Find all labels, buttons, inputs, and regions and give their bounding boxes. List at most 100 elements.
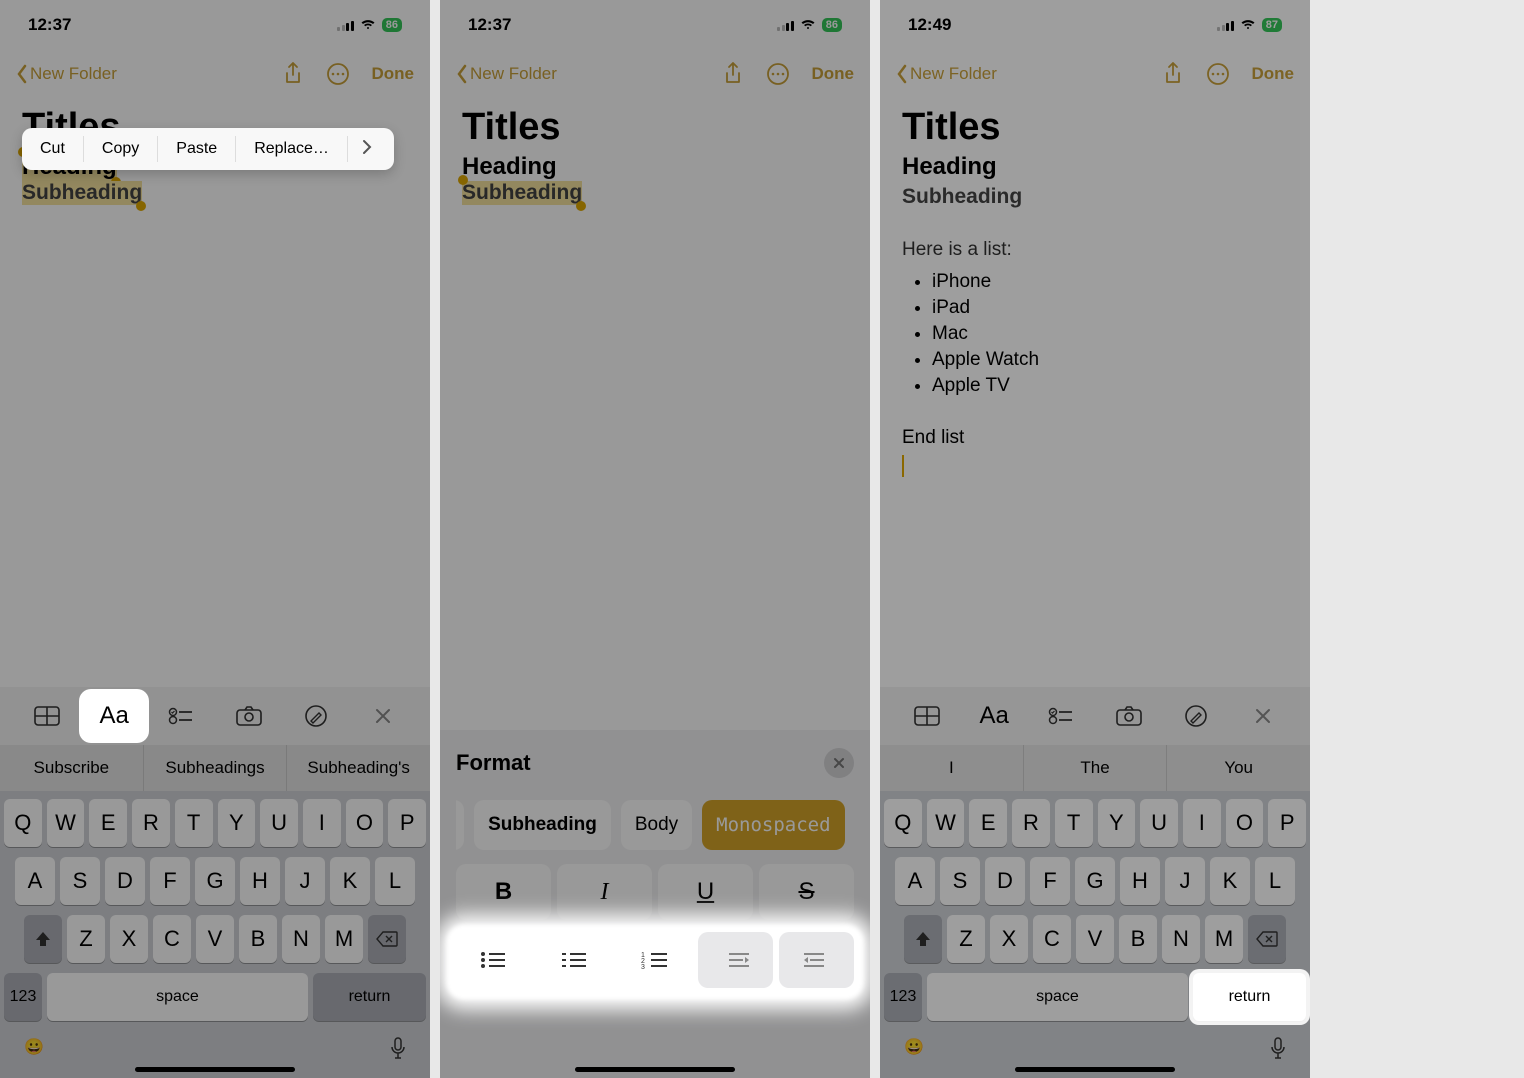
key-y[interactable]: Y — [218, 799, 256, 847]
underline-button[interactable]: U — [658, 864, 753, 920]
key-g[interactable]: G — [195, 857, 235, 905]
key-m[interactable]: M — [325, 915, 363, 963]
dictation-icon[interactable] — [1270, 1037, 1286, 1064]
key-i[interactable]: I — [1183, 799, 1221, 847]
key-y[interactable]: Y — [1098, 799, 1136, 847]
key-c[interactable]: C — [1033, 915, 1071, 963]
share-icon[interactable] — [1162, 61, 1184, 87]
suggestion-3[interactable]: You — [1167, 745, 1310, 791]
key-u[interactable]: U — [1140, 799, 1178, 847]
menu-paste[interactable]: Paste — [158, 128, 235, 170]
key-r[interactable]: R — [1012, 799, 1050, 847]
done-button[interactable]: Done — [372, 64, 415, 84]
key-b[interactable]: B — [239, 915, 277, 963]
share-icon[interactable] — [722, 61, 744, 87]
key-v[interactable]: V — [1076, 915, 1114, 963]
key-k[interactable]: K — [330, 857, 370, 905]
key-s[interactable]: S — [60, 857, 100, 905]
menu-cut[interactable]: Cut — [22, 128, 83, 170]
key-x[interactable]: X — [110, 915, 148, 963]
number-key[interactable]: 123 — [4, 973, 42, 1021]
key-o[interactable]: O — [1226, 799, 1264, 847]
style-body[interactable]: Body — [621, 800, 692, 850]
key-e[interactable]: E — [969, 799, 1007, 847]
close-icon[interactable] — [1234, 695, 1292, 737]
key-e[interactable]: E — [89, 799, 127, 847]
home-indicator[interactable] — [575, 1067, 735, 1072]
home-indicator[interactable] — [1015, 1067, 1175, 1072]
outdent-icon[interactable] — [698, 932, 773, 988]
return-key[interactable]: return — [1193, 973, 1306, 1021]
close-icon[interactable] — [354, 695, 412, 737]
checklist-icon[interactable] — [152, 695, 210, 737]
note-content[interactable]: Titles Heading Subheading Here is a list… — [880, 98, 1310, 485]
style-subheading[interactable]: Subheading — [474, 800, 611, 850]
key-n[interactable]: N — [1162, 915, 1200, 963]
shift-key[interactable] — [24, 915, 62, 963]
key-n[interactable]: N — [282, 915, 320, 963]
menu-more[interactable] — [348, 139, 386, 160]
key-s[interactable]: S — [940, 857, 980, 905]
key-t[interactable]: T — [1055, 799, 1093, 847]
markup-icon[interactable] — [287, 695, 345, 737]
key-j[interactable]: J — [285, 857, 325, 905]
delete-key[interactable] — [1248, 915, 1286, 963]
numbered-list-icon[interactable]: 123 — [618, 932, 693, 988]
back-button[interactable]: New Folder — [456, 64, 557, 84]
suggestion-2[interactable]: Subheadings — [144, 745, 288, 791]
space-key[interactable]: space — [927, 973, 1188, 1021]
checklist-icon[interactable] — [1032, 695, 1090, 737]
key-d[interactable]: D — [985, 857, 1025, 905]
key-r[interactable]: R — [132, 799, 170, 847]
back-button[interactable]: New Folder — [16, 64, 117, 84]
emoji-icon[interactable]: 😀 — [904, 1037, 924, 1064]
camera-icon[interactable] — [1100, 695, 1158, 737]
key-f[interactable]: F — [1030, 857, 1070, 905]
indent-icon[interactable] — [779, 932, 854, 988]
key-t[interactable]: T — [175, 799, 213, 847]
menu-copy[interactable]: Copy — [84, 128, 157, 170]
key-g[interactable]: G — [1075, 857, 1115, 905]
note-content[interactable]: Titles Heading Subheading — [440, 98, 870, 213]
share-icon[interactable] — [282, 61, 304, 87]
delete-key[interactable] — [368, 915, 406, 963]
key-w[interactable]: W — [47, 799, 85, 847]
key-j[interactable]: J — [1165, 857, 1205, 905]
bold-button[interactable]: B — [456, 864, 551, 920]
key-p[interactable]: P — [388, 799, 426, 847]
number-key[interactable]: 123 — [884, 973, 922, 1021]
key-f[interactable]: F — [150, 857, 190, 905]
key-z[interactable]: Z — [947, 915, 985, 963]
key-p[interactable]: P — [1268, 799, 1306, 847]
key-q[interactable]: Q — [4, 799, 42, 847]
key-w[interactable]: W — [927, 799, 965, 847]
key-u[interactable]: U — [260, 799, 298, 847]
more-icon[interactable] — [766, 62, 790, 86]
key-h[interactable]: H — [1120, 857, 1160, 905]
more-icon[interactable] — [1206, 62, 1230, 86]
suggestion-1[interactable]: I — [880, 745, 1024, 791]
text-format-icon[interactable]: Aa — [85, 695, 143, 737]
bullet-list-icon[interactable] — [456, 932, 531, 988]
menu-replace[interactable]: Replace… — [236, 128, 347, 170]
markup-icon[interactable] — [1167, 695, 1225, 737]
dictation-icon[interactable] — [390, 1037, 406, 1064]
emoji-icon[interactable]: 😀 — [24, 1037, 44, 1064]
key-m[interactable]: M — [1205, 915, 1243, 963]
strikethrough-button[interactable]: S — [759, 864, 854, 920]
key-k[interactable]: K — [1210, 857, 1250, 905]
key-i[interactable]: I — [303, 799, 341, 847]
key-d[interactable]: D — [105, 857, 145, 905]
key-v[interactable]: V — [196, 915, 234, 963]
key-o[interactable]: O — [346, 799, 384, 847]
italic-button[interactable]: I — [557, 864, 652, 920]
key-x[interactable]: X — [990, 915, 1028, 963]
close-format-button[interactable] — [824, 748, 854, 778]
suggestion-1[interactable]: Subscribe — [0, 745, 144, 791]
more-icon[interactable] — [326, 62, 350, 86]
dash-list-icon[interactable] — [537, 932, 612, 988]
suggestion-3[interactable]: Subheading's — [287, 745, 430, 791]
table-icon[interactable] — [18, 695, 76, 737]
table-icon[interactable] — [898, 695, 956, 737]
key-a[interactable]: A — [15, 857, 55, 905]
